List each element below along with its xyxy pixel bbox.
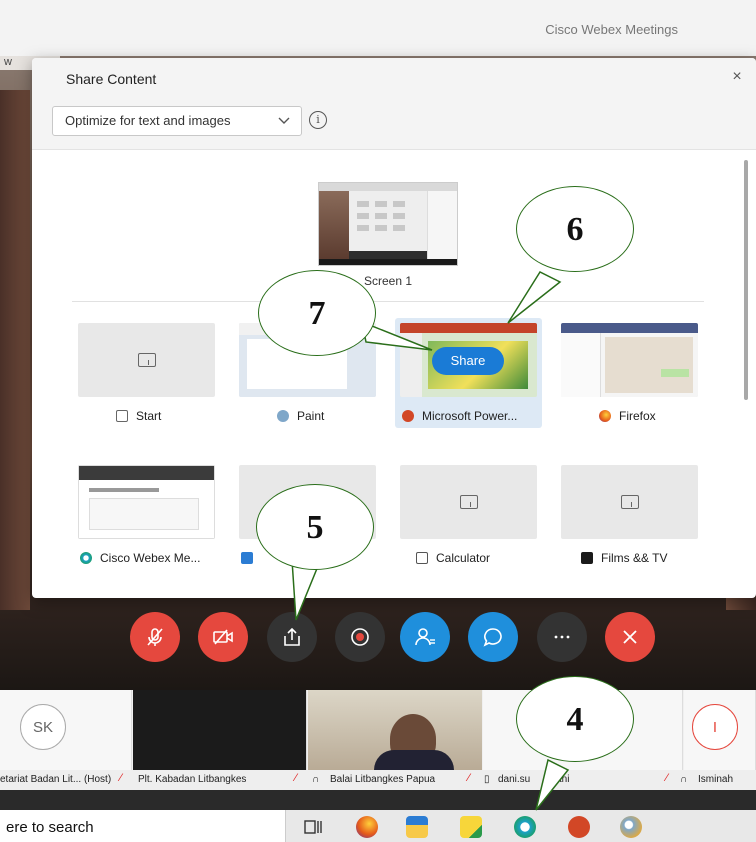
participant-name: etariat Badan Lit... (Host) (0, 774, 112, 785)
app-label-unknown (241, 550, 261, 566)
webex-icon[interactable] (514, 816, 536, 838)
app-label-films-tv: Films && TV (581, 550, 667, 566)
headset-icon: ∩ (312, 774, 320, 785)
app-label-powerpoint: Microsoft Power... (402, 408, 517, 424)
phone-icon: ▯ (484, 774, 490, 785)
window-icon (137, 353, 156, 367)
record-icon (351, 628, 369, 646)
films-tv-icon (581, 552, 593, 564)
participant-tile[interactable] (133, 690, 307, 770)
participants-button[interactable] (400, 612, 450, 662)
firefox-icon (599, 410, 611, 422)
mute-button[interactable] (130, 612, 180, 662)
participant-names-row: etariat Badan Lit... (Host) ⁄ Plt. Kabad… (0, 770, 756, 790)
participant-tile[interactable]: I (684, 690, 756, 770)
powerpoint-icon[interactable] (568, 816, 590, 838)
app-tile-films-tv[interactable] (561, 465, 698, 539)
optimize-select-value: Optimize for text and images (65, 113, 231, 128)
scrollbar[interactable] (744, 160, 748, 400)
app-label-webex: Cisco Webex Me... (80, 550, 200, 566)
participant-strip: SK I etariat Badan Lit... (Host) ⁄ Plt. … (0, 690, 756, 790)
search-placeholder: ere to search (6, 819, 94, 836)
chevron-down-icon (278, 117, 290, 124)
app-label-paint: Paint (277, 408, 324, 424)
optimize-select[interactable]: Optimize for text and images (52, 106, 302, 136)
headset-icon: ∩ (680, 774, 688, 785)
participant-name: ndani (545, 774, 570, 785)
participant-tile[interactable]: SK (0, 690, 132, 770)
participant-video[interactable] (308, 690, 482, 770)
callout-4: 4 (516, 676, 634, 762)
app-label-firefox: Firefox (599, 408, 656, 424)
share-icon (284, 627, 300, 646)
mic-off-icon: ⁄ (666, 772, 668, 784)
avatar: I (692, 704, 738, 750)
app-label-start: Start (116, 408, 161, 424)
app-tile-firefox[interactable] (561, 323, 698, 397)
info-icon[interactable]: i (309, 111, 327, 129)
app-tile-calculator[interactable] (400, 465, 537, 539)
paint-icon[interactable] (620, 816, 642, 838)
window-icon (620, 495, 639, 509)
close-icon (623, 630, 637, 644)
background-curtain-left (0, 90, 30, 610)
participants-icon (415, 628, 435, 646)
close-icon[interactable]: × (728, 68, 746, 86)
avatar: SK (20, 704, 66, 750)
app-tile-webex[interactable] (78, 465, 215, 539)
participant-name: Isminah (698, 774, 734, 785)
window-icon (459, 495, 478, 509)
mic-off-icon (147, 628, 163, 646)
share-content-dialog: Share Content × Optimize for text and im… (32, 58, 756, 598)
more-button[interactable] (537, 612, 587, 662)
callout-5: 5 (256, 484, 374, 570)
dialog-header: Share Content × Optimize for text and im… (32, 58, 756, 150)
record-button[interactable] (335, 612, 385, 662)
more-icon (554, 635, 570, 639)
participant-name: Balai Litbangkes Papua (330, 774, 436, 785)
start-app-icon (116, 410, 128, 422)
screen-1-thumbnail[interactable] (318, 182, 458, 266)
app-tile-start[interactable] (78, 323, 215, 397)
mic-off-icon: ⁄ (295, 772, 297, 784)
file-explorer-icon[interactable] (406, 816, 428, 838)
mic-off-icon: ⁄ (120, 772, 122, 784)
participant-name: dani.su (498, 774, 531, 785)
leave-button[interactable] (605, 612, 655, 662)
callout-7: 7 (258, 270, 376, 356)
paint-icon (277, 410, 289, 422)
powerpoint-icon (402, 410, 414, 422)
app-icon (241, 552, 253, 564)
share-button[interactable]: Share (432, 347, 504, 375)
callout-6: 6 (516, 186, 634, 272)
app-title: Cisco Webex Meetings (545, 22, 678, 37)
sticky-notes-icon[interactable] (460, 816, 482, 838)
firefox-icon[interactable] (356, 816, 378, 838)
share-content-button[interactable] (267, 612, 317, 662)
stop-video-button[interactable] (198, 612, 248, 662)
title-bar: Cisco Webex Meetings (0, 0, 756, 56)
windows-taskbar: ere to search (0, 810, 756, 842)
search-input[interactable]: ere to search (0, 810, 286, 842)
video-off-icon (213, 629, 233, 645)
chat-icon (483, 628, 502, 647)
mic-off-icon: ⁄ (468, 772, 470, 784)
calculator-icon (416, 552, 428, 564)
app-label-calculator: Calculator (416, 550, 490, 566)
webex-icon (80, 552, 92, 564)
dialog-title: Share Content (66, 71, 157, 87)
divider (72, 301, 704, 302)
task-view-icon[interactable] (302, 816, 324, 838)
participant-name: Plt. Kabadan Litbangkes (138, 774, 247, 785)
chat-button[interactable] (468, 612, 518, 662)
